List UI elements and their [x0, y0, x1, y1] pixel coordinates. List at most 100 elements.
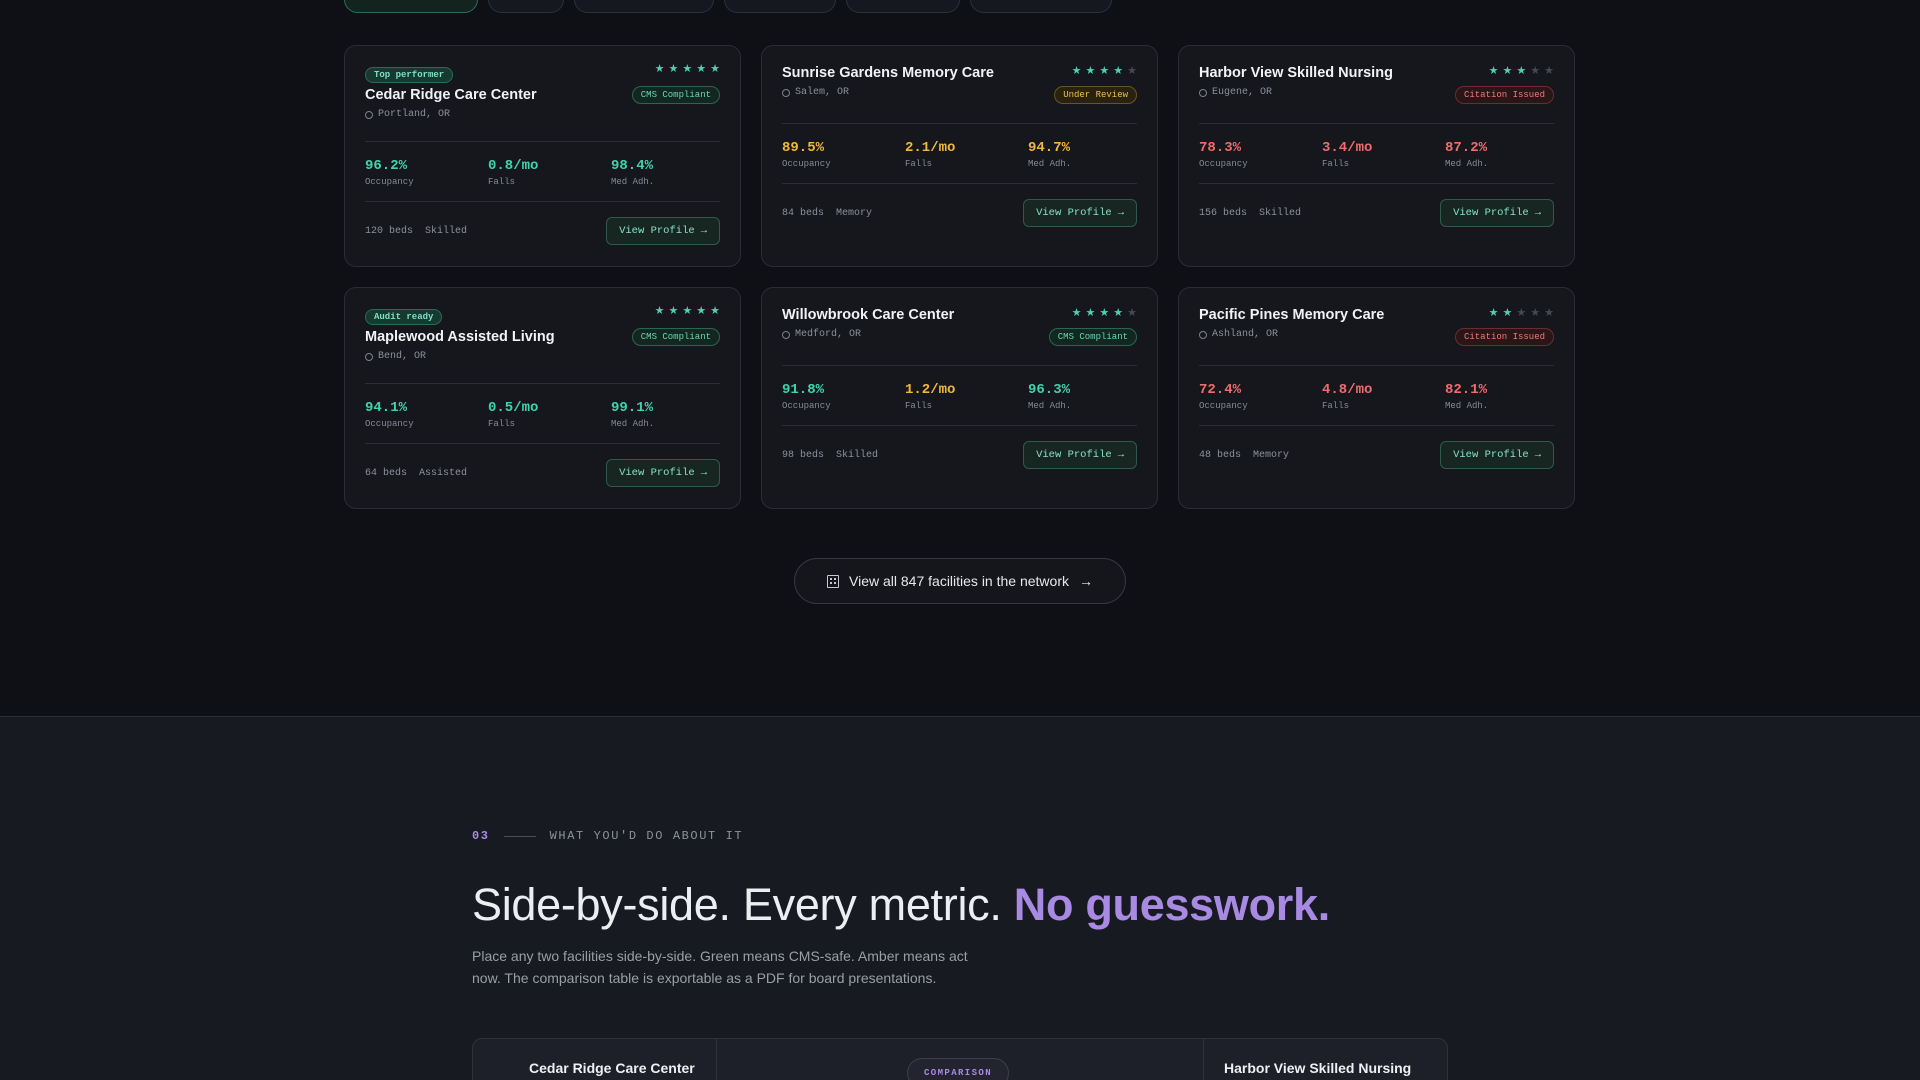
metric-falls: 1.2/mo Falls — [905, 382, 1028, 425]
star-icon: ★ — [1127, 65, 1137, 77]
filter-pill[interactable] — [970, 0, 1112, 13]
headline-accent: No guesswork. — [1013, 879, 1330, 930]
facility-card: Willowbrook Care Center Medford, OR ★ ★ ★ ★… — [761, 287, 1158, 509]
facility-type: Memory — [1253, 449, 1290, 461]
section-headline: Side-by-side. Every metric. No guesswork… — [472, 879, 1330, 931]
metric-falls: 4.8/mo Falls — [1322, 382, 1445, 425]
metric-med-adherence: 82.1% Med Adh. — [1445, 382, 1568, 425]
star-icon: ★ — [1071, 65, 1082, 77]
filter-pill[interactable] — [488, 0, 564, 13]
star-icon: ★ — [1127, 307, 1137, 319]
metric-value: 89.5% — [782, 140, 825, 156]
filter-pill[interactable] — [846, 0, 960, 13]
metric-label: Occupancy — [1199, 401, 1248, 411]
section-description: Place any two facilities side-by-side. G… — [472, 948, 968, 986]
comparison-right-facility[interactable]: Harbor View Skilled Nursing — [1203, 1039, 1447, 1080]
metric-label: Med Adh. — [611, 177, 655, 187]
facility-type: Assisted — [419, 467, 468, 479]
headline-main: Side-by-side. Every metric. — [472, 879, 1014, 930]
star-icon: ★ — [1113, 307, 1124, 319]
location-text: Portland, OR — [378, 109, 451, 120]
bed-count: 48 beds — [1199, 449, 1242, 461]
star-rating: ★ ★ ★ ★ ★ — [1072, 66, 1137, 77]
star-icon: ★ — [1099, 307, 1110, 319]
arrow-right-icon: → — [1117, 449, 1124, 461]
location-pin-icon — [1199, 330, 1207, 339]
metric-value: 1.2/mo — [905, 382, 956, 398]
view-profile-button[interactable]: View Profile → — [606, 217, 720, 245]
arrow-right-icon: → — [700, 225, 707, 237]
filter-pills — [344, 0, 1112, 13]
status-badge: Citation Issued — [1454, 328, 1554, 346]
filter-pill[interactable] — [724, 0, 836, 13]
view-profile-button[interactable]: View Profile → — [1440, 441, 1554, 469]
metric-label: Falls — [1322, 401, 1350, 411]
bed-count: 120 beds — [365, 225, 414, 237]
metric-value: 78.3% — [1199, 140, 1242, 156]
comparison-left-facility[interactable]: Cedar Ridge Care Center — [473, 1039, 717, 1080]
comparison-table: Cedar Ridge Care Center COMPARISON Harbo… — [472, 1038, 1448, 1080]
view-profile-button[interactable]: View Profile → — [1023, 441, 1137, 469]
view-profile-button[interactable]: View Profile → — [1440, 199, 1554, 227]
view-profile-button[interactable]: View Profile → — [606, 459, 720, 487]
filter-pill[interactable] — [574, 0, 714, 13]
view-all-facilities-button[interactable]: View all 847 facilities in the network → — [794, 558, 1126, 604]
metric-value: 94.7% — [1028, 140, 1071, 156]
star-rating: ★ ★ ★ ★ ★ — [1489, 308, 1554, 319]
star-icon: ★ — [1530, 307, 1541, 319]
eyebrow-divider — [503, 835, 536, 837]
view-profile-button[interactable]: View Profile → — [1023, 199, 1137, 227]
star-icon: ★ — [696, 305, 707, 317]
metric-occupancy: 72.4% Occupancy — [1199, 382, 1322, 425]
metrics-row: 96.2% Occupancy 0.8/mo Falls 98.4% Med A… — [365, 142, 720, 201]
arrow-right-icon: → — [1534, 449, 1541, 461]
location-pin-icon — [365, 352, 373, 361]
metrics-row: 72.4% Occupancy 4.8/mo Falls 82.1% Med A… — [1199, 366, 1554, 425]
divider — [365, 201, 720, 202]
facility-card: Sunrise Gardens Memory Care Salem, OR ★ ★… — [761, 45, 1158, 267]
arrow-right-icon: → — [1117, 207, 1124, 219]
metric-falls: 0.8/mo Falls — [488, 158, 611, 201]
star-icon: ★ — [1502, 307, 1513, 319]
bed-count: 98 beds — [782, 449, 825, 461]
metric-occupancy: 78.3% Occupancy — [1199, 140, 1322, 183]
metric-value: 82.1% — [1445, 382, 1488, 398]
facility-info: 64 beds Assisted — [365, 468, 467, 479]
metric-med-adherence: 99.1% Med Adh. — [611, 400, 734, 443]
metric-label: Med Adh. — [1445, 401, 1489, 411]
metric-value: 0.8/mo — [488, 158, 539, 174]
metric-med-adherence: 94.7% Med Adh. — [1028, 140, 1151, 183]
star-icon: ★ — [710, 305, 720, 317]
view-profile-label: View Profile — [619, 225, 695, 237]
facility-card: Audit ready Maplewood Assisted Living Be… — [344, 287, 741, 509]
status-badge: CMS Compliant — [631, 328, 720, 346]
star-icon: ★ — [1516, 307, 1527, 319]
metric-value: 91.8% — [782, 382, 825, 398]
status-badge: Citation Issued — [1454, 86, 1554, 104]
metric-label: Occupancy — [365, 419, 414, 429]
metric-value: 2.1/mo — [905, 140, 956, 156]
metric-value: 3.4/mo — [1322, 140, 1373, 156]
star-icon: ★ — [1502, 65, 1513, 77]
metric-occupancy: 94.1% Occupancy — [365, 400, 488, 443]
status-badge: Under Review — [1054, 86, 1137, 104]
location-pin-icon — [365, 110, 373, 119]
star-icon: ★ — [1113, 65, 1124, 77]
filter-pill-active[interactable] — [344, 0, 478, 13]
bed-count: 84 beds — [782, 207, 825, 219]
location-text: Medford, OR — [795, 329, 862, 340]
facility-tag: Top performer — [365, 67, 454, 83]
star-rating: ★ ★ ★ ★ ★ — [655, 306, 720, 317]
metric-label: Occupancy — [1199, 159, 1248, 169]
star-icon: ★ — [710, 63, 720, 75]
metric-label: Med Adh. — [611, 419, 655, 429]
location-text: Salem, OR — [795, 87, 850, 98]
status-badge: CMS Compliant — [631, 86, 720, 104]
star-rating: ★ ★ ★ ★ ★ — [1072, 308, 1137, 319]
metric-value: 96.3% — [1028, 382, 1071, 398]
divider — [365, 443, 720, 444]
metric-med-adherence: 87.2% Med Adh. — [1445, 140, 1568, 183]
arrow-right-icon: → — [1078, 573, 1093, 589]
metric-value: 0.5/mo — [488, 400, 539, 416]
star-icon: ★ — [1488, 65, 1499, 77]
